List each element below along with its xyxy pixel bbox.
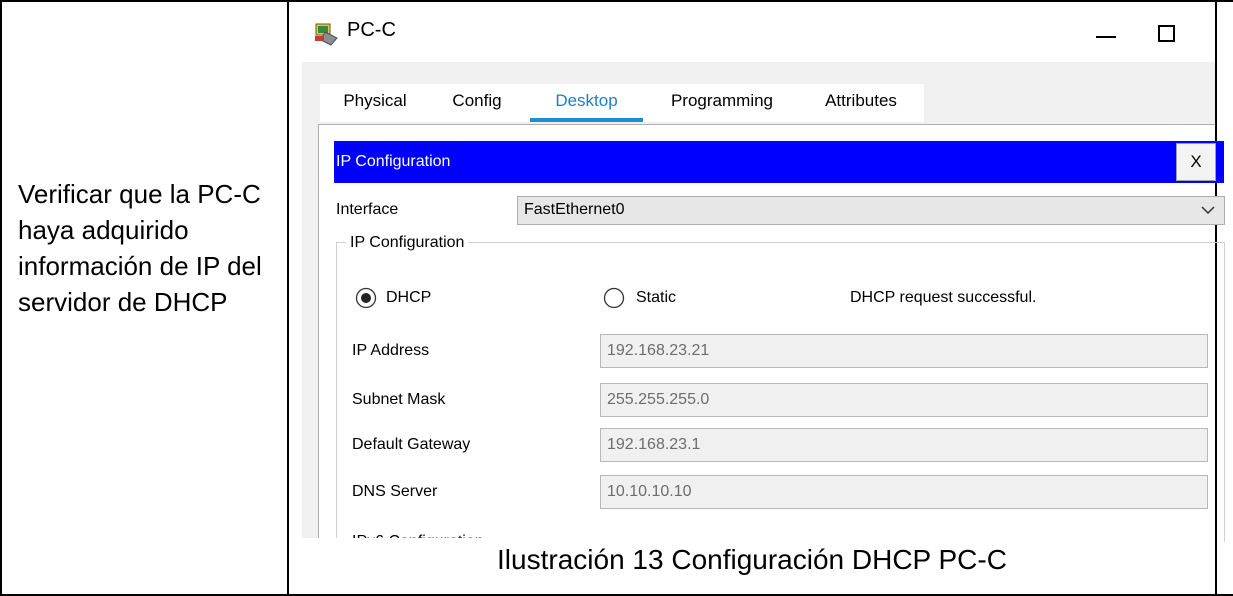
table-border-middle: [287, 0, 289, 596]
table-border-left: [0, 0, 2, 596]
dns-server-label: DNS Server: [352, 483, 438, 500]
window-titlebar: [300, 2, 1215, 62]
maximize-icon[interactable]: [1148, 14, 1188, 54]
ip-config-group-label: IP Configuration: [346, 232, 469, 254]
close-button[interactable]: X: [1176, 143, 1216, 181]
dhcp-status-text: DHCP request successful.: [850, 289, 1037, 306]
default-gateway-field[interactable]: [600, 428, 1208, 462]
dhcp-radio[interactable]: [355, 287, 377, 309]
active-tab-indicator: [530, 118, 643, 122]
ip-config-title: IP Configuration: [336, 153, 451, 170]
task-description: Verificar que la PC-C haya adquirido inf…: [18, 179, 262, 317]
tab-physical[interactable]: Physical: [326, 84, 424, 120]
chevron-down-icon: [1198, 200, 1218, 220]
window-title: PC-C: [347, 19, 396, 41]
tab-programming[interactable]: Programming: [648, 84, 796, 120]
dhcp-label: DHCP: [386, 289, 432, 306]
subnet-mask-label: Subnet Mask: [352, 391, 446, 408]
ip-address-label: IP Address: [352, 342, 430, 359]
ip-address-field[interactable]: [600, 334, 1208, 368]
interface-value: FastEthernet0: [524, 201, 625, 218]
ip-config-titlebar: [334, 141, 1224, 183]
default-gateway-label: Default Gateway: [352, 436, 471, 453]
interface-label: Interface: [336, 201, 399, 218]
pc-icon: [313, 20, 339, 46]
tab-attributes[interactable]: Attributes: [802, 84, 920, 120]
ipv6-config-label: IPv6 Configuration: [352, 530, 484, 538]
tab-desktop[interactable]: Desktop: [530, 84, 643, 120]
tab-config[interactable]: Config: [428, 84, 526, 120]
subnet-mask-field[interactable]: [600, 383, 1208, 417]
static-label: Static: [636, 289, 677, 306]
figure-caption: Ilustración 13 Configuración DHCP PC-C: [289, 538, 1215, 582]
minimize-icon[interactable]: [1088, 14, 1128, 54]
static-radio[interactable]: [603, 287, 625, 309]
dns-server-field[interactable]: [600, 475, 1208, 509]
